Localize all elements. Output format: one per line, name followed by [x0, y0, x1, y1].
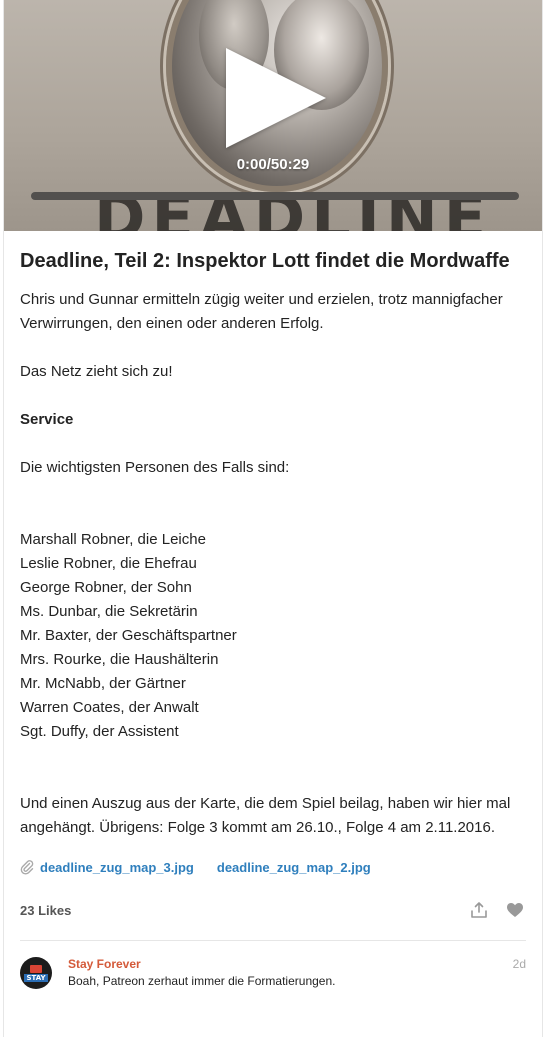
post-card: DEADLINE 0:00/50:29 Deadline, Teil 2: In…: [3, 0, 543, 1037]
list-item: Sgt. Duffy, der Assistent: [20, 723, 179, 740]
avatar-logo-text: STAY: [24, 973, 48, 982]
comment-text: Boah, Patreon zerhaut immer die Formatie…: [68, 974, 336, 988]
comment: STAY Stay Forever Boah, Patreon zerhaut …: [20, 957, 526, 989]
list-item: Mr. McNabb, der Gärtner: [20, 675, 186, 692]
post-title: Deadline, Teil 2: Inspektor Lott findet …: [20, 250, 510, 272]
post-teaser: Das Netz zieht sich zu!: [20, 363, 173, 380]
progress-bar[interactable]: [31, 192, 519, 200]
play-icon[interactable]: [226, 48, 326, 148]
list-item: Mrs. Rourke, die Haushälterin: [20, 651, 219, 668]
persons-intro: Die wichtigsten Personen des Falls sind:: [20, 459, 290, 476]
post-intro: Chris und Gunnar ermitteln zügig weiter …: [20, 291, 503, 332]
attachment-link-map-2[interactable]: deadline_zug_map_2.jpg: [217, 860, 371, 875]
list-item: Leslie Robner, die Ehefrau: [20, 555, 197, 572]
persons-list: Marshall Robner, die Leiche Leslie Robne…: [20, 528, 526, 744]
post-stats: 23 Likes: [20, 901, 526, 941]
avatar-logo-mark: [30, 964, 42, 973]
list-item: Ms. Dunbar, die Sekretärin: [20, 603, 198, 620]
post-closing: Und einen Auszug aus der Karte, die dem …: [20, 795, 511, 836]
attachment-link-map-3[interactable]: deadline_zug_map_3.jpg: [40, 860, 194, 875]
post-actions: [470, 901, 526, 919]
comment-author[interactable]: Stay Forever: [68, 957, 335, 971]
audio-player[interactable]: DEADLINE 0:00/50:29: [4, 0, 542, 231]
avatar[interactable]: STAY: [20, 957, 52, 989]
time-display: 0:00/50:29: [236, 156, 310, 173]
share-icon[interactable]: [470, 901, 488, 919]
paperclip-icon: [20, 860, 34, 875]
likes-count[interactable]: 23 Likes: [20, 903, 71, 918]
list-item: Warren Coates, der Anwalt: [20, 699, 199, 716]
comment-timestamp: 2d: [512, 957, 526, 971]
list-item: George Robner, der Sohn: [20, 579, 192, 596]
list-item: Marshall Robner, die Leiche: [20, 531, 206, 548]
heart-icon[interactable]: [506, 902, 524, 918]
service-heading: Service: [20, 411, 74, 428]
list-item: Mr. Baxter, der Geschäftspartner: [20, 627, 237, 644]
attachments: deadline_zug_map_3.jpg deadline_zug_map_…: [20, 859, 526, 875]
post-body: Chris und Gunnar ermitteln zügig weiter …: [20, 288, 526, 840]
